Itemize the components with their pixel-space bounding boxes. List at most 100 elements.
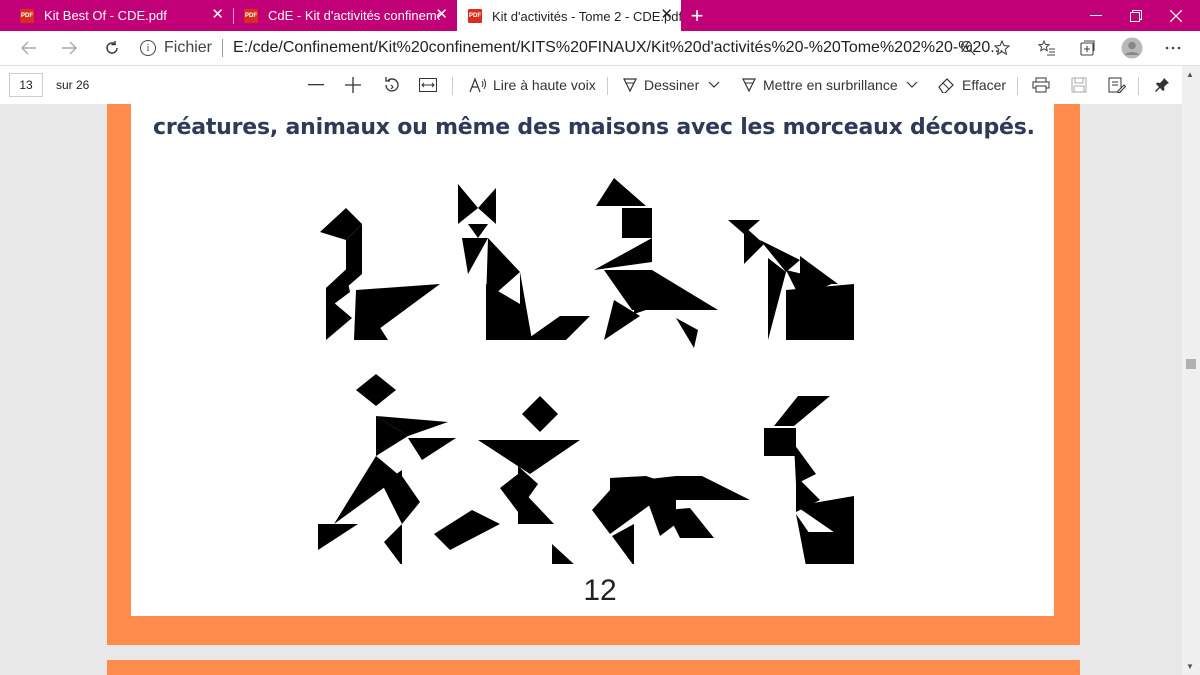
highlight-icon: [742, 78, 756, 93]
erase-button[interactable]: Effacer: [938, 66, 1006, 104]
zoom-button[interactable]: [953, 31, 983, 65]
rotate-button[interactable]: [383, 66, 401, 104]
toolbar-separator: [452, 77, 453, 95]
highlight-label: Mettre en surbrillance: [763, 77, 898, 93]
print-button[interactable]: [1032, 66, 1050, 104]
draw-icon: [623, 78, 637, 93]
close-window-button[interactable]: [1156, 0, 1196, 31]
arrow-left-icon: [21, 41, 36, 55]
toolbar-separator: [1017, 77, 1018, 95]
pin-toolbar-button[interactable]: [1154, 66, 1170, 104]
next-page-frame: [107, 660, 1080, 675]
collections-icon: [1080, 40, 1095, 56]
fit-width-icon: [419, 78, 437, 92]
draw-button[interactable]: Dessiner: [622, 66, 699, 104]
scheme-label: Fichier: [164, 39, 213, 56]
more-icon: [1165, 46, 1181, 50]
close-tab-icon[interactable]: ✕: [211, 7, 224, 23]
vertical-scrollbar[interactable]: ▲ ▼: [1182, 66, 1200, 675]
print-icon: [1032, 77, 1050, 93]
favorites-list-button[interactable]: [1032, 31, 1062, 65]
tab-cde-kit-confinement[interactable]: PDF CdE - Kit d'activités confinement ✕: [234, 0, 456, 31]
tangram-runner: [318, 374, 456, 564]
refresh-button[interactable]: [95, 31, 129, 65]
profile-button[interactable]: [1117, 31, 1147, 65]
settings-menu-button[interactable]: [1158, 31, 1188, 65]
pdf-icon: PDF: [468, 9, 482, 23]
chevron-down-icon: [906, 81, 918, 88]
tab-label: CdE - Kit d'activités confinement: [268, 8, 440, 23]
zoom-in-icon: [960, 40, 976, 56]
zoom-in-button[interactable]: [345, 66, 361, 104]
scrollbar-thumb[interactable]: [1186, 359, 1196, 369]
scroll-down-icon[interactable]: ▼: [1186, 662, 1194, 671]
chevron-down-icon: [708, 81, 720, 88]
tangram-cat: [458, 184, 590, 340]
minimize-button[interactable]: [1076, 0, 1116, 31]
tab-label: Kit d'activités - Tome 2 - CDE.pdf: [492, 8, 681, 24]
address-bar: i Fichier E:/cde/Confinement/Kit%20confi…: [0, 31, 1200, 66]
tangram-duck: [728, 220, 854, 340]
close-tab-icon[interactable]: ✕: [435, 7, 448, 23]
tangram-figures: [318, 178, 854, 564]
pin-icon: [1155, 78, 1169, 92]
url-text: E:/cde/Confinement/Kit%20confinement/KIT…: [233, 39, 1004, 56]
arrow-right-icon: [62, 41, 77, 55]
url-field[interactable]: i Fichier E:/cde/Confinement/Kit%20confi…: [140, 34, 1020, 62]
scroll-up-icon[interactable]: ▲: [1186, 70, 1194, 79]
draw-options-dropdown[interactable]: [708, 66, 720, 104]
tangram-swan: [320, 208, 440, 340]
avatar-icon: [1121, 37, 1143, 59]
save-icon: [1071, 77, 1087, 93]
read-aloud-label: Lire à haute voix: [493, 77, 596, 93]
tab-label: Kit Best Of - CDE.pdf: [44, 8, 167, 23]
close-tab-icon[interactable]: ✕: [660, 7, 673, 23]
plus-icon: [345, 77, 361, 93]
plus-icon: +: [690, 2, 704, 28]
page-number: 12: [583, 574, 617, 607]
minus-icon: [308, 84, 324, 86]
pdf-toolbar: 13 sur 26 Lire à haute voix Dessiner Met…: [0, 66, 1200, 105]
page-number-input[interactable]: 13: [9, 73, 43, 97]
url-separator: [222, 39, 224, 57]
erase-label: Effacer: [962, 77, 1007, 93]
restore-button[interactable]: [1116, 0, 1156, 31]
toolbar-separator: [1138, 77, 1139, 95]
forward-button[interactable]: [52, 31, 86, 65]
save-as-icon: [1108, 77, 1126, 93]
tab-kit-tome-2[interactable]: PDF Kit d'activités - Tome 2 - CDE.pdf ✕: [457, 0, 681, 32]
draw-label: Dessiner: [644, 77, 700, 93]
back-button[interactable]: [12, 31, 46, 65]
star-icon: [994, 40, 1010, 56]
zoom-out-button[interactable]: [308, 66, 324, 104]
new-tab-button[interactable]: +: [685, 0, 709, 31]
pdf-icon: PDF: [20, 8, 34, 23]
read-aloud-icon: [469, 77, 486, 93]
collections-button[interactable]: [1073, 31, 1103, 65]
highlight-options-dropdown[interactable]: [906, 66, 918, 104]
info-icon[interactable]: i: [140, 40, 156, 56]
tangram-dancer: [434, 396, 580, 564]
toolbar-separator: [607, 77, 608, 95]
save-button[interactable]: [1071, 66, 1087, 104]
highlight-button[interactable]: Mettre en surbrillance: [741, 66, 898, 104]
page-total: sur 26: [56, 78, 90, 92]
save-as-button[interactable]: [1108, 66, 1126, 104]
favorites-icon: [1038, 40, 1055, 56]
tangram-rabbit: [764, 396, 854, 564]
tab-kit-best-of[interactable]: PDF Kit Best Of - CDE.pdf ✕: [0, 0, 232, 31]
restore-icon: [1130, 9, 1142, 22]
tangram-bird: [594, 178, 718, 348]
minimize-icon: [1090, 14, 1102, 16]
tab-bar: PDF Kit Best Of - CDE.pdf ✕ PDF CdE - Ki…: [0, 0, 1200, 32]
fit-page-button[interactable]: [419, 66, 437, 104]
pdf-icon: PDF: [244, 8, 258, 23]
rotate-icon: [385, 77, 399, 92]
tangram-bear: [592, 476, 750, 564]
pdf-viewport: créatures, animaux ou même des maisons a…: [0, 104, 1182, 675]
close-icon: [1170, 9, 1182, 22]
read-aloud-button[interactable]: Lire à haute voix: [469, 66, 596, 104]
refresh-icon: [106, 41, 118, 54]
eraser-icon: [938, 78, 954, 93]
favorite-button[interactable]: [987, 31, 1017, 65]
